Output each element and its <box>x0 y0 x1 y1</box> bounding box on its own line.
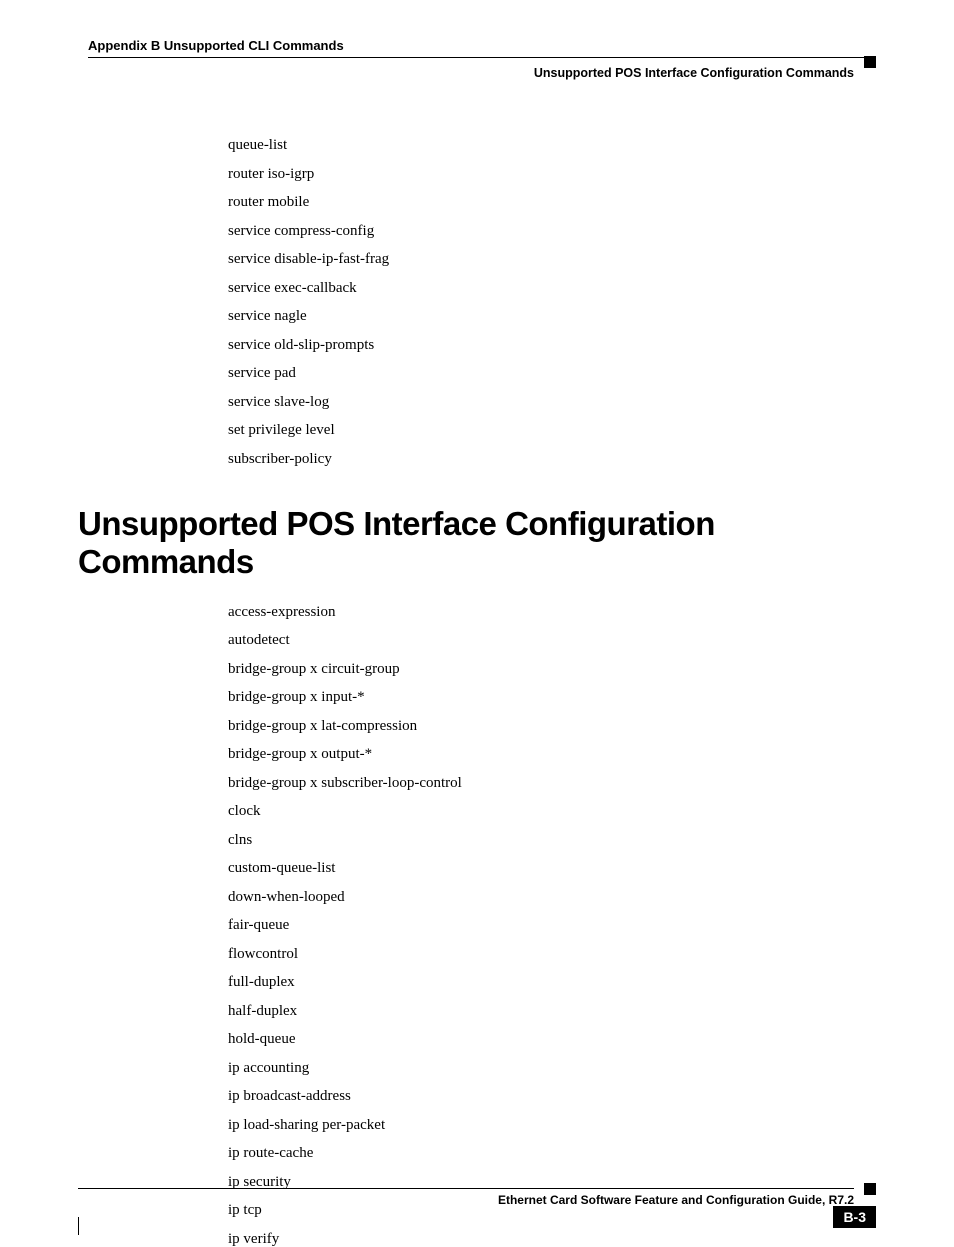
command-list-pos: access-expression autodetect bridge-group … <box>228 605 876 1247</box>
command-item: ip accounting <box>228 1061 876 1076</box>
command-item: service compress-config <box>228 224 876 239</box>
command-item: service pad <box>228 366 876 381</box>
command-item: queue-list <box>228 138 876 153</box>
command-item: subscriber-policy <box>228 452 876 467</box>
header-appendix-label: Appendix B Unsupported CLI Commands <box>88 38 876 53</box>
command-item: autodetect <box>228 633 876 648</box>
command-item: ip load-sharing per-packet <box>228 1118 876 1133</box>
header-decoration-square <box>864 56 876 68</box>
footer-rule <box>78 1188 854 1189</box>
command-item: clock <box>228 804 876 819</box>
command-item: full-duplex <box>228 975 876 990</box>
command-item: hold-queue <box>228 1032 876 1047</box>
command-item: bridge-group x subscriber-loop-control <box>228 776 876 791</box>
command-item: bridge-group x output-* <box>228 747 876 762</box>
section-heading: Unsupported POS Interface Configuration … <box>78 505 876 581</box>
command-item: ip route-cache <box>228 1146 876 1161</box>
command-item: service slave-log <box>228 395 876 410</box>
command-item: ip verify <box>228 1232 876 1247</box>
command-item: service disable-ip-fast-frag <box>228 252 876 267</box>
command-item: down-when-looped <box>228 890 876 905</box>
command-item: set privilege level <box>228 423 876 438</box>
command-item: custom-queue-list <box>228 861 876 876</box>
left-margin-mark <box>78 1217 79 1235</box>
command-list-global: queue-list router iso-igrp router mobile se… <box>228 138 876 467</box>
footer-guide-title: Ethernet Card Software Feature and Confi… <box>78 1193 854 1207</box>
header-rule <box>88 57 876 58</box>
command-item: service old-slip-prompts <box>228 338 876 353</box>
command-item: bridge-group x input-* <box>228 690 876 705</box>
command-item: clns <box>228 833 876 848</box>
header-section-label: Unsupported POS Interface Configuration … <box>78 66 854 80</box>
command-item: bridge-group x circuit-group <box>228 662 876 677</box>
command-item: router mobile <box>228 195 876 210</box>
command-item: half-duplex <box>228 1004 876 1019</box>
command-item: service exec-callback <box>228 281 876 296</box>
footer-decoration-square <box>864 1183 876 1195</box>
command-item: service nagle <box>228 309 876 324</box>
page-footer: Ethernet Card Software Feature and Confi… <box>78 1188 876 1207</box>
page-number-badge: B-3 <box>833 1206 876 1228</box>
command-item: router iso-igrp <box>228 167 876 182</box>
command-item: fair-queue <box>228 918 876 933</box>
command-item: ip broadcast-address <box>228 1089 876 1104</box>
command-item: access-expression <box>228 605 876 620</box>
command-item: flowcontrol <box>228 947 876 962</box>
command-item: bridge-group x lat-compression <box>228 719 876 734</box>
